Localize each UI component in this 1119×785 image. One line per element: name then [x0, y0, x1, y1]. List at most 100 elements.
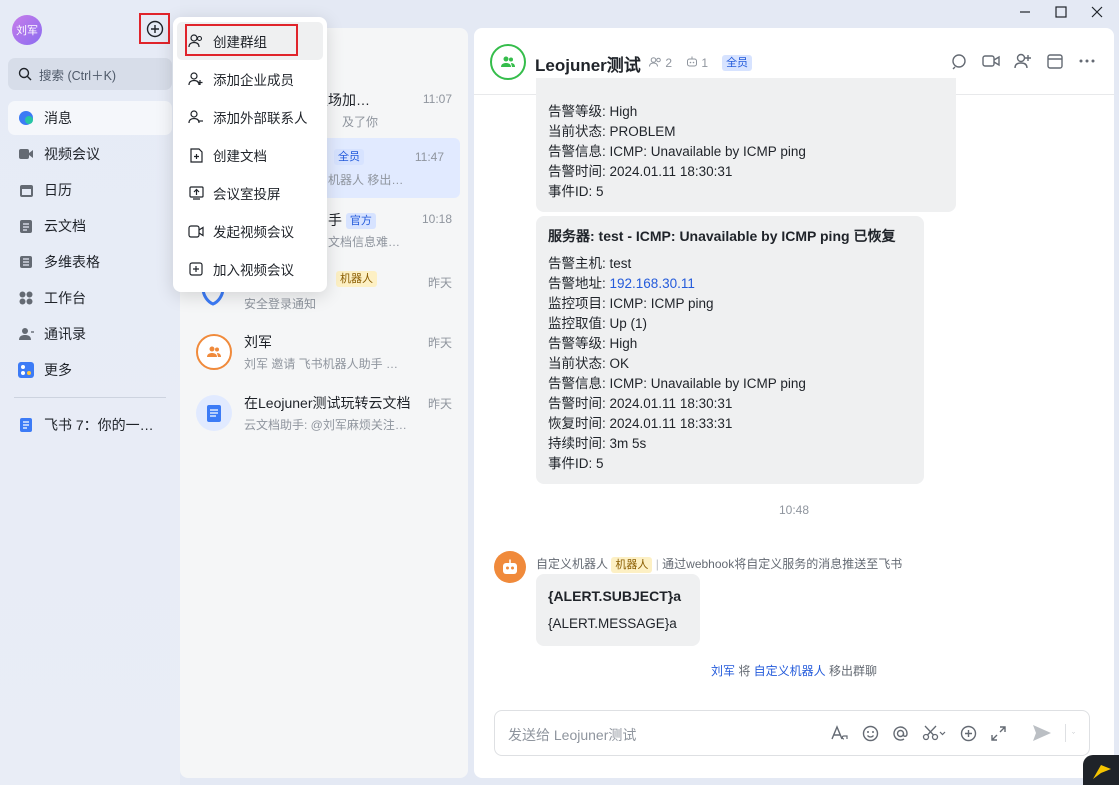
sidebar-item-label: 消息	[44, 110, 72, 126]
close-icon[interactable]	[1091, 6, 1103, 21]
input-placeholder: 发送给 Leojuner测试	[508, 727, 637, 743]
screen-share-icon	[188, 185, 204, 201]
sidebar-item-bitable[interactable]: 多维表格	[8, 245, 172, 279]
message-line: 告警时间: 2024.01.11 18:30:31	[548, 164, 733, 179]
menu-item-create-doc[interactable]: 创建文档	[173, 136, 327, 174]
window-controls	[1019, 6, 1103, 21]
sidebar-item-video-meeting[interactable]: 视频会议	[8, 137, 172, 171]
chevron-down-icon[interactable]	[1065, 724, 1075, 742]
doc-icon	[18, 417, 34, 433]
message-line: 事件ID: 5	[548, 456, 604, 471]
chat-title: 手 官方	[328, 210, 376, 230]
separator: |	[655, 557, 659, 571]
doc-icon	[207, 404, 221, 422]
sidebar-item-label: 工作台	[44, 290, 86, 306]
menu-item-label: 发起视频会议	[213, 225, 294, 240]
group-icon	[501, 56, 515, 67]
sidebar-item-more[interactable]: 更多	[8, 353, 172, 387]
message-input[interactable]: 发送给 Leojuner测试	[494, 710, 1090, 756]
menu-item-create-group[interactable]: 创建群组	[177, 22, 323, 60]
sidebar-item-contacts[interactable]: 通讯录	[8, 317, 172, 351]
input-toolbar	[831, 724, 1075, 742]
table-icon	[18, 254, 34, 270]
sidebar-item-label: 通讯录	[44, 326, 86, 342]
join-meeting-icon	[188, 261, 204, 277]
sidebar-item-workplace[interactable]: 工作台	[8, 281, 172, 315]
plus-circle-icon[interactable]	[959, 724, 977, 742]
avatar[interactable]: 刘军	[12, 15, 42, 45]
list-item[interactable]: 在Leojuner测试玩转云文档 云文档助手: @刘军麻烦关注… 昨天	[180, 383, 468, 443]
chat-preview: 文档信息难…	[328, 235, 401, 249]
chat-title-text: 手	[328, 212, 342, 228]
send-icon[interactable]	[1031, 724, 1053, 742]
sidebar-item-label: 日历	[44, 182, 72, 198]
chat-time: 昨天	[427, 336, 452, 350]
chat-time: 昨天	[427, 397, 452, 411]
bot-link[interactable]: 自定义机器人	[754, 664, 826, 678]
avatar[interactable]	[494, 551, 526, 583]
more-options-icon[interactable]	[1078, 52, 1096, 70]
message-line: 监控项目: ICMP: ICMP ping	[548, 296, 714, 311]
message-line: 告警等级: High	[548, 104, 638, 119]
status-badge: 全员	[722, 55, 753, 71]
calendar-icon[interactable]	[1046, 52, 1064, 70]
chat-search-icon[interactable]	[950, 52, 968, 70]
contacts-icon	[18, 326, 34, 342]
message-bubble[interactable]: {ALERT.SUBJECT}a {ALERT.MESSAGE}a	[536, 574, 700, 646]
chat-preview: 云文档助手: @刘军麻烦关注…	[244, 418, 407, 432]
chat-tags: 机器人	[336, 270, 377, 288]
message-bubble[interactable]: 服务器: test - ICMP: Unavailable by ICMP pi…	[536, 216, 924, 484]
minimize-icon[interactable]	[1019, 6, 1031, 21]
chat-time: 10:18	[421, 212, 452, 226]
bot-count[interactable]: 1	[686, 56, 708, 70]
chat-time: 11:07	[422, 92, 452, 106]
sidebar-item-docs[interactable]: 云文档	[8, 209, 172, 243]
system-text: 将	[734, 664, 754, 678]
message-line: 恢复时间: 2024.01.11 18:33:31	[548, 416, 733, 431]
mention-icon[interactable]	[891, 724, 909, 742]
search-input[interactable]: 搜索 (Ctrl＋K)	[8, 58, 172, 90]
sidebar-item-label: 多维表格	[44, 254, 100, 270]
message-bubble[interactable]: 告警等级: High 当前状态: PROBLEM 告警信息: ICMP: Una…	[536, 78, 956, 212]
sidebar-item-label: 云文档	[44, 218, 86, 234]
menu-item-label: 加入视频会议	[213, 263, 294, 278]
create-menu: 创建群组 添加企业成员 添加外部联系人 创建文档 会议室投屏 发起视频会议 加入…	[173, 17, 327, 292]
sender-name[interactable]: 自定义机器人	[536, 557, 608, 571]
message-line: 告警时间: 2024.01.11 18:30:31	[548, 396, 733, 411]
add-member-icon[interactable]	[1014, 52, 1032, 70]
menu-item-screen-share[interactable]: 会议室投屏	[173, 174, 327, 212]
menu-item-start-video[interactable]: 发起视频会议	[173, 212, 327, 250]
member-count[interactable]: 2	[649, 56, 672, 70]
emoji-icon[interactable]	[861, 724, 879, 742]
maximize-icon[interactable]	[1055, 6, 1067, 21]
avatar[interactable]	[490, 44, 526, 80]
bot-count-value: 1	[701, 56, 709, 70]
sidebar-nav: 消息 视频会议 日历 云文档 多维表格 工作台 通讯录 更多 飞书 7：你的一…	[8, 101, 172, 444]
font-format-icon[interactable]	[831, 724, 849, 742]
list-item[interactable]: 刘军 刘军 邀请 飞书机器人助手 … 昨天	[180, 322, 468, 382]
sidebar-item-messages[interactable]: 消息	[8, 101, 172, 135]
status-badge: 机器人	[336, 271, 377, 288]
message-line: 事件ID: 5	[548, 184, 604, 199]
chat-preview: 及了你	[342, 115, 379, 129]
member-count-value: 2	[665, 56, 673, 70]
screenshot-icon[interactable]	[921, 724, 947, 742]
ip-link[interactable]: 192.168.30.11	[610, 276, 695, 291]
sidebar-pinned-doc[interactable]: 飞书 7：你的一…	[8, 408, 172, 442]
user-link[interactable]: 刘军	[711, 664, 735, 678]
chat-time: 昨天	[427, 276, 452, 290]
message-line: 告警等级: High	[548, 336, 638, 351]
create-plus-button[interactable]	[139, 13, 170, 44]
menu-item-label: 添加外部联系人	[213, 111, 308, 126]
video-call-icon[interactable]	[982, 52, 1000, 70]
search-icon	[18, 67, 32, 81]
message-line: 监控取值: Up (1)	[548, 316, 648, 331]
expand-icon[interactable]	[989, 724, 1007, 742]
chat-panel: Leojuner测试 2 1 全员 告警等级: High 当前状态: PROBL…	[474, 28, 1114, 778]
chat-preview: 刘军 邀请 飞书机器人助手 …	[244, 357, 399, 371]
sidebar-item-calendar[interactable]: 日历	[8, 173, 172, 207]
more-apps-icon	[18, 362, 34, 378]
menu-item-add-member[interactable]: 添加企业成员	[173, 60, 327, 98]
menu-item-join-video[interactable]: 加入视频会议	[173, 250, 327, 288]
menu-item-add-contact[interactable]: 添加外部联系人	[173, 98, 327, 136]
